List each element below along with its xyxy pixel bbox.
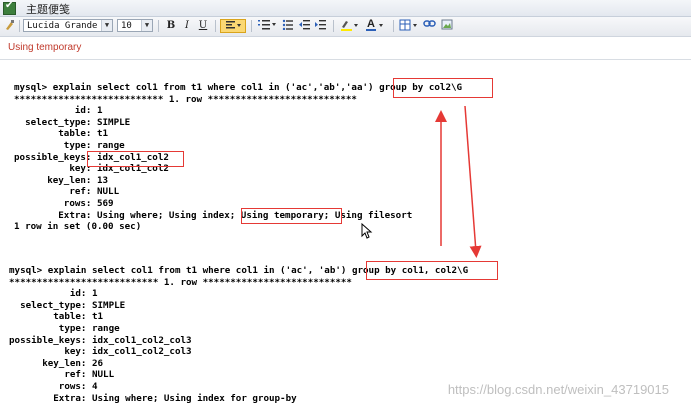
watermark: https://blog.csdn.net/weixin_43719015 [447,382,669,397]
decrease-indent-icon[interactable] [298,19,312,33]
toolbar-separator [251,20,252,32]
italic-button[interactable]: I [180,19,194,33]
title-bar: 主题便笺 [0,0,691,17]
link-icon[interactable] [423,19,437,33]
formatting-toolbar: Lucida Grande ▼ 10 ▼ B I U A [0,17,691,37]
note-heading[interactable]: Using temporary [0,37,691,60]
insert-image-icon[interactable] [440,19,454,33]
underline-button[interactable]: U [196,19,210,33]
toolbar-separator [333,20,334,32]
mouse-cursor-icon [361,223,373,239]
arrow-down [464,105,482,258]
sticky-notes-app-icon [3,0,16,15]
font-size-select[interactable]: 10 ▼ [117,19,153,32]
note-content[interactable]: mysql> explain select col1 from t1 where… [0,60,691,409]
bold-button[interactable]: B [164,19,178,33]
chevron-down-icon[interactable]: ▼ [101,20,112,31]
highlight-color-icon[interactable] [339,19,361,33]
font-size-value: 10 [121,21,132,31]
numbered-list-icon[interactable] [256,19,278,33]
toolbar-separator [158,20,159,32]
toolbar-separator [215,20,216,32]
table-icon[interactable] [398,19,420,33]
toolbar-separator [393,20,394,32]
heading-text: Using temporary [8,42,82,53]
chevron-down-icon[interactable]: ▼ [141,20,152,31]
window-title: 主题便笺 [26,4,70,16]
font-color-button[interactable]: A [365,18,387,33]
align-left-button[interactable] [220,19,246,33]
annotation-arrows [435,105,482,258]
paint-brush-icon[interactable] [3,19,17,33]
increase-indent-icon[interactable] [314,19,328,33]
toolbar-separator [19,20,20,32]
bullet-list-icon[interactable] [281,19,295,33]
font-family-select[interactable]: Lucida Grande ▼ [23,19,113,32]
font-family-value: Lucida Grande [27,21,98,31]
